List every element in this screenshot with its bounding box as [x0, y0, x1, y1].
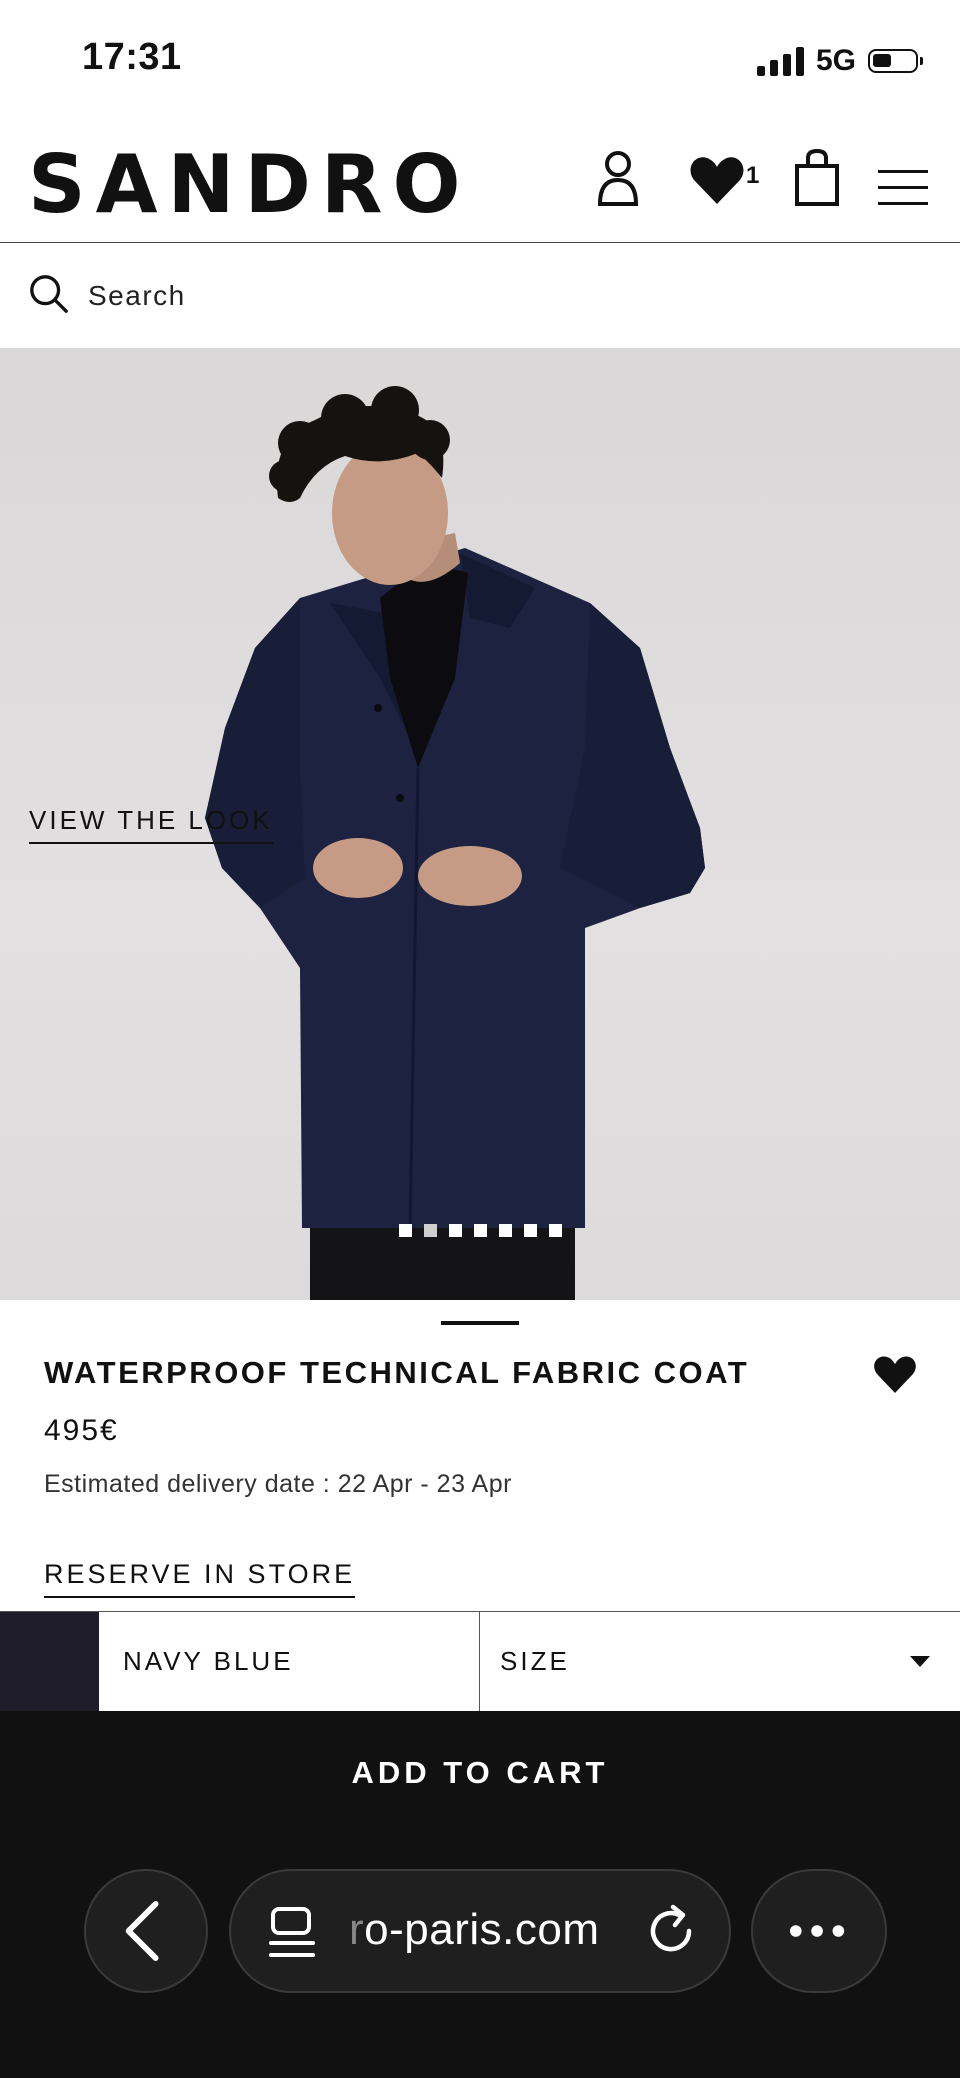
pagination-dot[interactable] — [499, 1224, 512, 1237]
cart-bag-icon[interactable] — [790, 148, 846, 208]
status-bar: 17:31 5G — [0, 0, 960, 120]
search-icon — [30, 275, 68, 313]
pagination-dot[interactable] — [474, 1224, 487, 1237]
wishlist-count: 1 — [746, 162, 760, 189]
add-to-cart-button[interactable]: ADD TO CART — [0, 1755, 960, 1791]
delivery-estimate: Estimated delivery date : 22 Apr - 23 Ap… — [44, 1470, 512, 1498]
gallery-pagination — [399, 1224, 562, 1237]
battery-icon — [868, 49, 923, 73]
chevron-down-icon — [910, 1656, 930, 1667]
status-right: 5G — [756, 44, 923, 78]
menu-icon[interactable] — [876, 158, 932, 218]
account-icon[interactable] — [590, 148, 646, 208]
page-menu-icon — [269, 1907, 315, 1957]
address-bar[interactable]: ro-paris.com — [229, 1869, 731, 1993]
product-title: WATERPROOF TECHNICAL FABRIC COAT — [44, 1355, 750, 1390]
reserve-in-store-link[interactable]: RESERVE IN STORE — [44, 1559, 356, 1598]
network-label: 5G — [815, 44, 856, 77]
search-bar[interactable]: Search — [0, 243, 960, 348]
color-name: NAVY BLUE — [123, 1646, 294, 1676]
reload-icon[interactable] — [643, 1901, 703, 1961]
color-swatch[interactable] — [0, 1612, 99, 1711]
more-dots-icon — [789, 1925, 845, 1937]
signal-icon — [756, 46, 804, 76]
pagination-dot[interactable] — [399, 1224, 412, 1237]
browser-back-button[interactable] — [84, 1869, 208, 1993]
size-label: SIZE — [500, 1646, 570, 1676]
size-selector[interactable]: SIZE — [480, 1612, 960, 1711]
url-domain: o-paris.com — [364, 1905, 600, 1954]
pagination-dot[interactable] — [449, 1224, 462, 1237]
product-image[interactable]: VIEW THE LOOK — [0, 348, 960, 1300]
status-time: 17:31 — [82, 36, 182, 78]
favorite-heart-icon[interactable] — [873, 1353, 917, 1395]
chevron-left-icon — [125, 1901, 159, 1961]
site-header: SANDRO 1 — [0, 120, 960, 243]
color-selector[interactable]: NAVY BLUE — [99, 1612, 480, 1711]
drawer-handle[interactable] — [441, 1321, 519, 1325]
url-text[interactable]: ro-paris.com — [349, 1905, 600, 1955]
pagination-dot[interactable] — [524, 1224, 537, 1237]
pagination-dot[interactable] — [424, 1224, 437, 1237]
browser-more-button[interactable] — [751, 1869, 887, 1993]
product-price: 495€ — [44, 1414, 119, 1447]
search-input[interactable]: Search — [88, 280, 186, 312]
product-options: NAVY BLUE SIZE — [0, 1611, 960, 1711]
brand-logo[interactable]: SANDRO — [28, 135, 471, 235]
wishlist-heart-icon[interactable] — [689, 150, 745, 210]
pagination-dot[interactable] — [549, 1224, 562, 1237]
view-the-look-link[interactable]: VIEW THE LOOK — [29, 805, 273, 844]
url-faded: r — [349, 1905, 365, 1954]
